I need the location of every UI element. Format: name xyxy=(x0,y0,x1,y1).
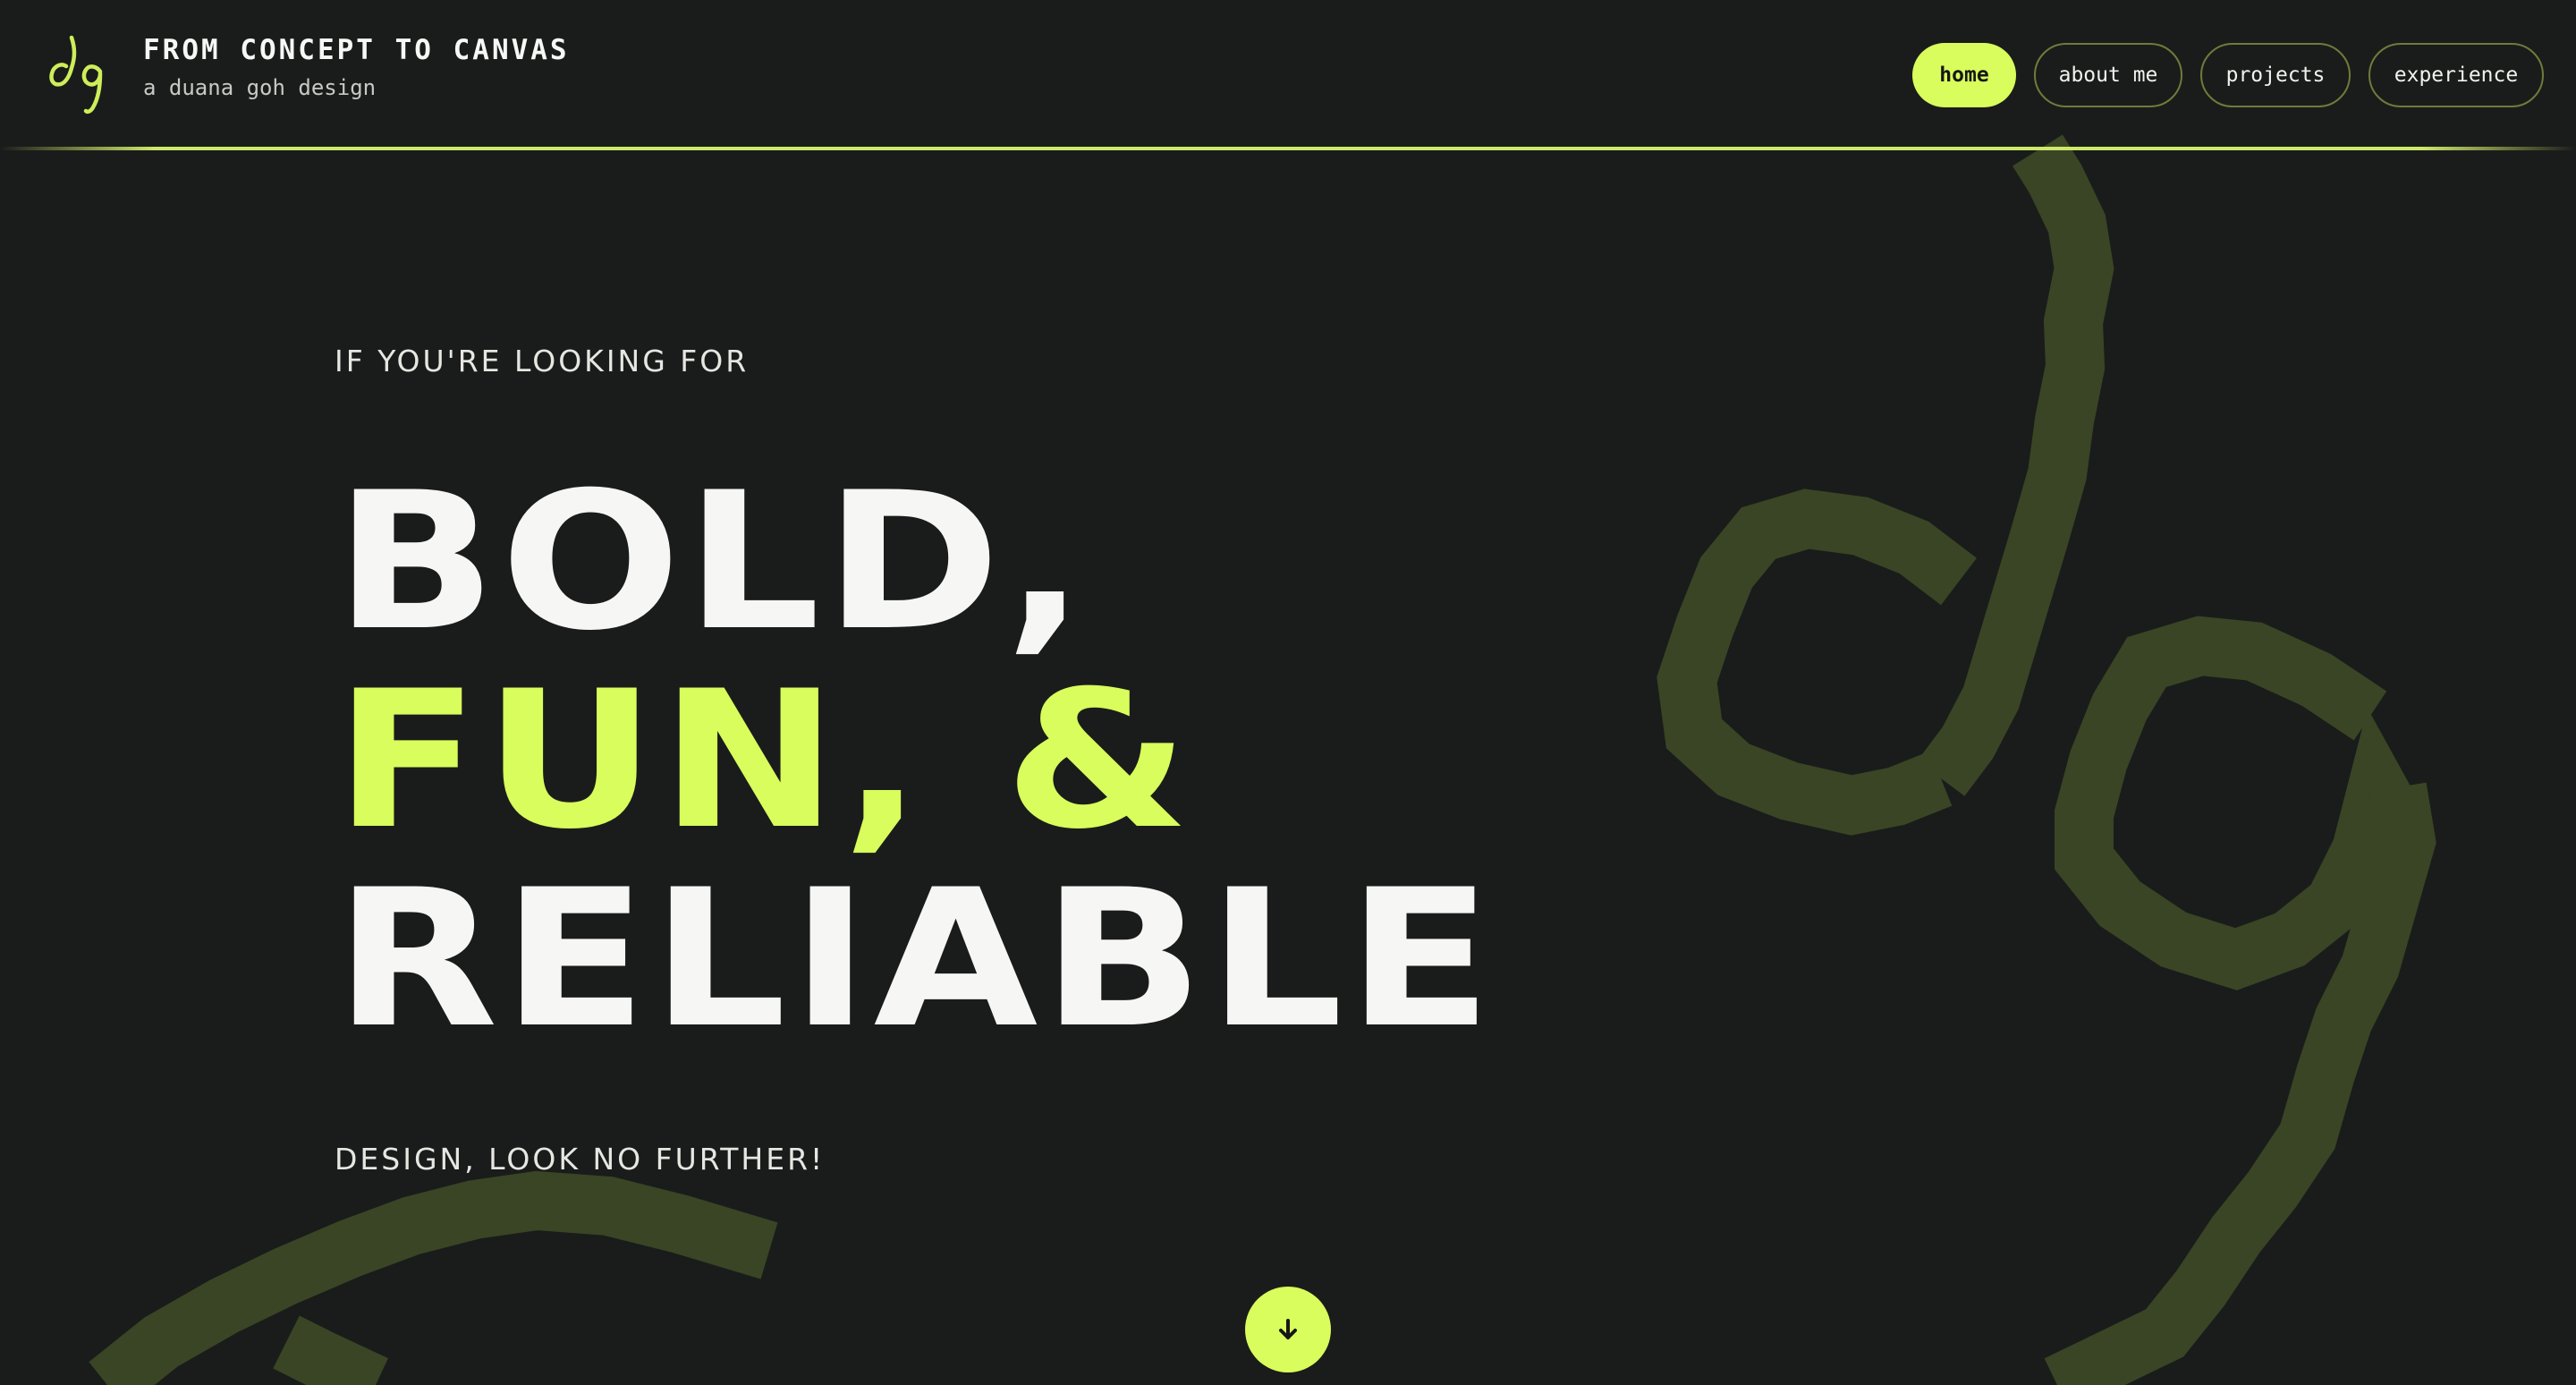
nav-about-me-button[interactable]: about me xyxy=(2034,43,2182,107)
nav-projects-button[interactable]: projects xyxy=(2200,43,2351,107)
brand-title: FROM CONCEPT TO CANVAS xyxy=(143,34,570,66)
art-g-bowl xyxy=(2055,616,2423,990)
brand-subtitle: a duana goh design xyxy=(143,75,377,100)
hero-eyebrow-bottom: DESIGN, LOOK NO FURTHER! xyxy=(335,1142,826,1177)
nav-experience-button[interactable]: experience xyxy=(2368,43,2544,107)
nav-home-button[interactable]: home xyxy=(1912,43,2016,107)
hero-headline-line-3: RELIABLE xyxy=(335,848,1496,1069)
arrow-down-icon xyxy=(1279,1319,1297,1339)
dg-monogram-logo-icon[interactable] xyxy=(45,30,116,116)
header-divider xyxy=(0,147,2576,150)
art-swoosh xyxy=(89,1170,778,1385)
site-header: FROM CONCEPT TO CANVAS a duana goh desig… xyxy=(0,0,2576,150)
hero-headline-line-2: FUN, & xyxy=(335,650,1194,871)
scroll-down-button[interactable] xyxy=(1245,1287,1331,1372)
hero-eyebrow-top: IF YOU'RE LOOKING FOR xyxy=(335,344,750,378)
art-swoosh-tail xyxy=(273,1315,388,1385)
art-d-stem xyxy=(1917,134,2114,796)
art-d-bowl xyxy=(1657,489,1977,836)
hero-headline-line-1: BOLD, xyxy=(335,451,1089,672)
